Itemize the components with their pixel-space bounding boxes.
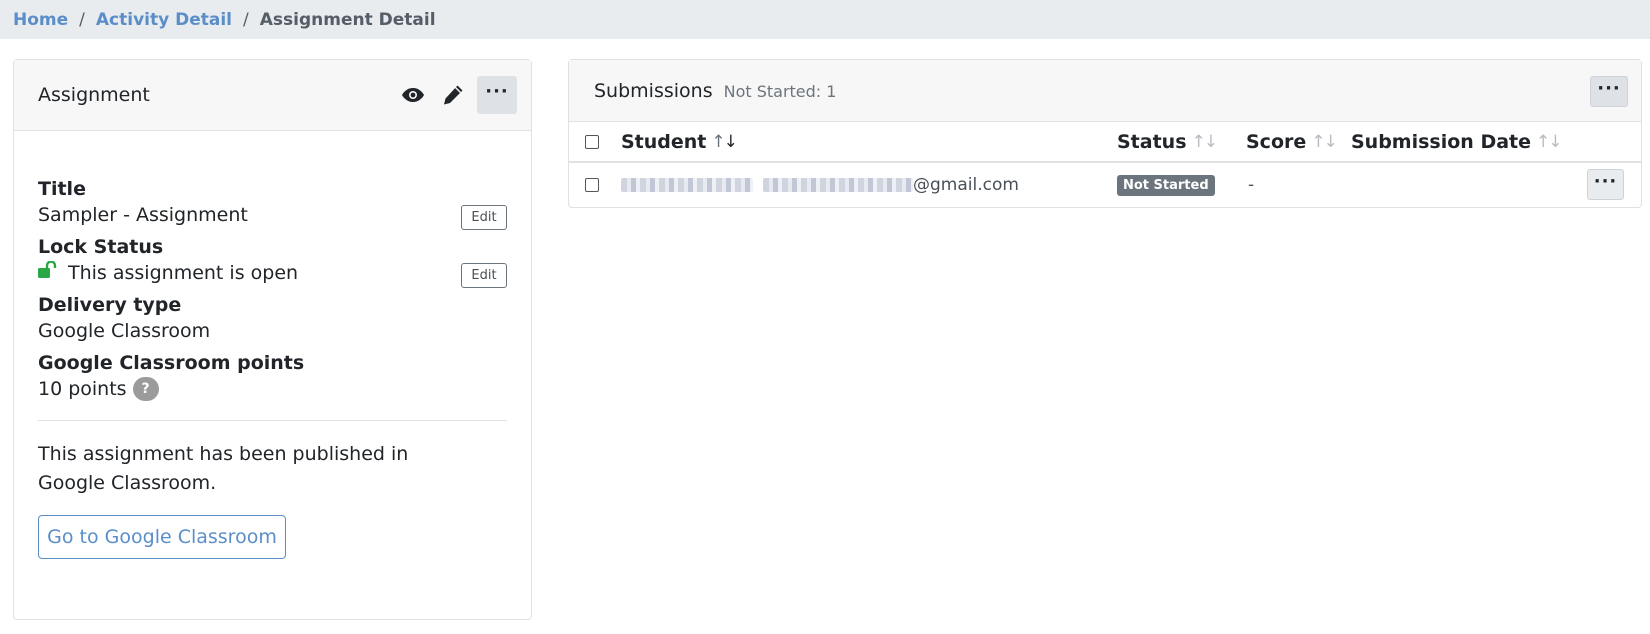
edit-assignment-button[interactable] <box>433 76 473 114</box>
edit-lock-button[interactable]: Edit <box>461 263 507 288</box>
sort-icon: ↑↓ <box>1191 131 1219 152</box>
lock-status-field: Lock Status This assignment is open Edit <box>38 235 507 288</box>
column-student[interactable]: Student ↑↓ <box>621 122 738 161</box>
submissions-count: Not Started: 1 <box>723 82 837 101</box>
column-score[interactable]: Score ↑↓ <box>1246 122 1338 161</box>
breadcrumb-activity-link[interactable]: Activity Detail <box>96 10 232 30</box>
submissions-card: Submissions Not Started: 1 ··· Student ↑… <box>568 59 1642 208</box>
assignment-more-button[interactable]: ··· <box>477 76 517 114</box>
select-all-checkbox[interactable] <box>585 134 599 149</box>
lock-status-text: This assignment is open <box>68 262 299 284</box>
title-value: Sampler - Assignment <box>38 204 248 226</box>
redacted-email <box>763 178 913 192</box>
status-badge: Not Started <box>1117 174 1215 196</box>
lock-status-label: Lock Status <box>38 236 164 258</box>
more-icon: ··· <box>1597 77 1621 99</box>
breadcrumb-current: Assignment Detail <box>259 9 436 30</box>
help-icon[interactable]: ? <box>132 377 159 401</box>
column-status[interactable]: Status ↑↓ <box>1117 122 1219 161</box>
breadcrumb-home-link[interactable]: Home <box>13 10 68 30</box>
divider <box>38 420 507 421</box>
points-value-row: 10 points ? <box>38 376 507 402</box>
assignment-details: Title Sampler - Assignment Edit Lock Sta… <box>14 131 531 559</box>
lock-status-value: This assignment is open <box>38 260 507 286</box>
more-icon: ··· <box>1593 170 1618 192</box>
edit-title-button[interactable]: Edit <box>461 205 507 230</box>
assignment-card: Assignment ··· Title Sampler - Assignmen… <box>13 59 532 620</box>
title-field: Title Sampler - Assignment Edit <box>38 177 507 230</box>
delivery-type-value: Google Classroom <box>38 320 211 342</box>
go-to-google-classroom-button[interactable]: Go to Google Classroom <box>38 515 286 559</box>
score-value: - <box>1248 175 1255 195</box>
preview-button[interactable] <box>393 76 433 114</box>
delivery-type-label: Delivery type <box>38 294 182 316</box>
column-submission-date-label: Submission Date <box>1351 130 1532 153</box>
pencil-icon <box>444 85 463 105</box>
score-cell: - <box>1248 163 1254 207</box>
more-icon: ··· <box>485 81 509 102</box>
status-cell: Not Started <box>1117 163 1215 207</box>
table-row: @gmail.com Not Started - ··· <box>569 163 1641 207</box>
sort-icon: ↑↓ <box>1536 131 1563 152</box>
column-submission-date[interactable]: Submission Date ↑↓ <box>1351 122 1563 161</box>
delivery-type-field: Delivery type Google Classroom <box>38 293 507 344</box>
submissions-title: Submissions <box>594 79 713 102</box>
column-student-label: Student <box>621 130 707 153</box>
unlock-icon <box>38 260 58 286</box>
select-all-cell <box>585 122 599 161</box>
row-more-button[interactable]: ··· <box>1587 169 1624 200</box>
points-label: Google Classroom points <box>38 352 305 374</box>
sort-icon: ↑↓ <box>711 131 738 152</box>
eye-icon <box>402 88 424 102</box>
title-label: Title <box>38 178 86 200</box>
breadcrumb: Home / Activity Detail / Assignment Deta… <box>0 0 1650 39</box>
published-message: This assignment has been published in Go… <box>38 443 409 494</box>
redacted-name <box>621 178 753 192</box>
breadcrumb-separator: / <box>79 9 85 30</box>
submissions-table-header: Student ↑↓ Status ↑↓ Score ↑↓ Submission… <box>569 122 1641 163</box>
column-status-label: Status <box>1117 130 1187 153</box>
sort-icon: ↑↓ <box>1311 131 1338 152</box>
student-email-suffix: @gmail.com <box>913 175 1019 195</box>
column-score-label: Score <box>1246 130 1307 153</box>
breadcrumb-separator: / <box>243 9 249 30</box>
submissions-more-button[interactable]: ··· <box>1590 76 1628 107</box>
assignment-card-title: Assignment <box>38 84 150 106</box>
row-checkbox[interactable] <box>585 178 599 192</box>
points-value: 10 points <box>38 378 127 400</box>
row-select-cell <box>585 163 599 207</box>
assignment-actions: ··· <box>393 76 517 114</box>
submissions-card-header: Submissions Not Started: 1 ··· <box>569 60 1641 122</box>
student-email-cell: @gmail.com <box>621 163 1019 207</box>
assignment-card-header: Assignment ··· <box>14 60 531 131</box>
points-field: Google Classroom points 10 points ? <box>38 351 507 402</box>
